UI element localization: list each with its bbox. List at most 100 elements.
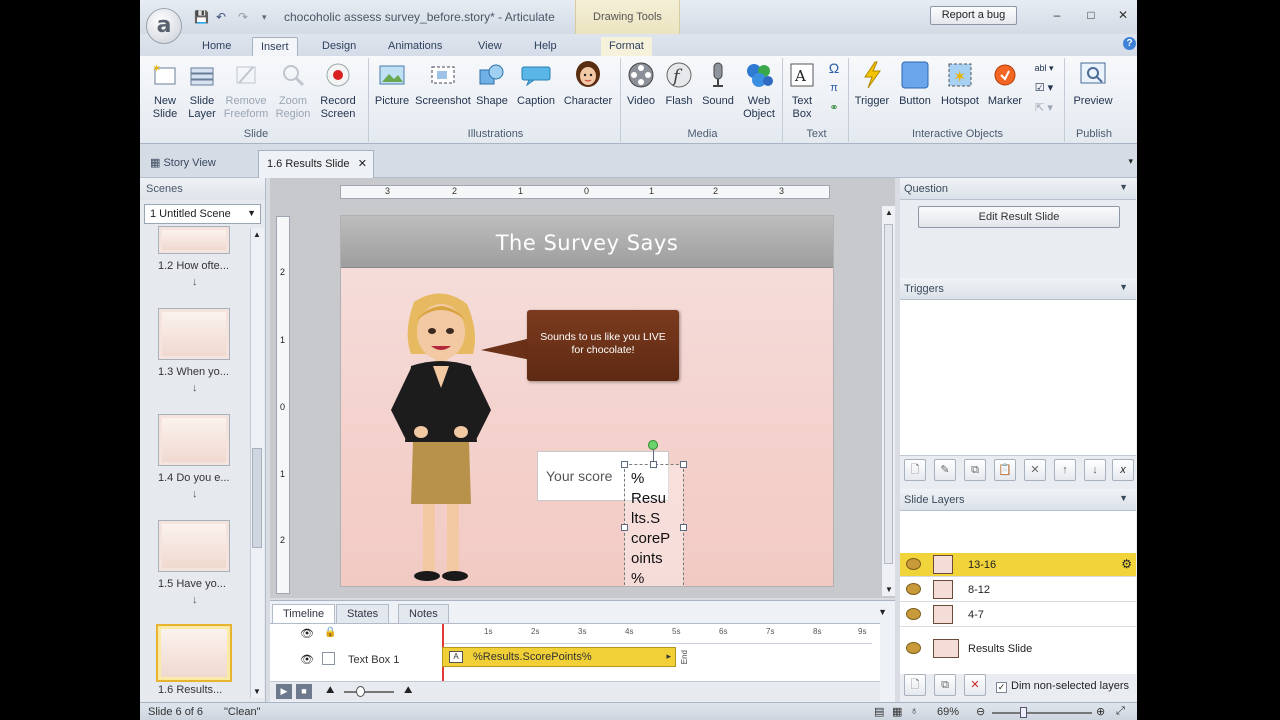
tab-design[interactable]: Design	[314, 37, 364, 56]
move-up-icon[interactable]: ↑	[1054, 459, 1076, 481]
timeline-object-bar[interactable]: A %Results.ScorePoints% ▸	[442, 647, 676, 667]
scroll-down-icon[interactable]: ▼	[885, 585, 893, 594]
paste-trigger-icon[interactable]: 📋	[994, 459, 1016, 481]
new-slide-button[interactable]: ✶ New Slide	[146, 60, 184, 121]
show-all-eye-icon[interactable]: 👁	[300, 627, 314, 640]
chevron-down-icon[interactable]: ▼	[1119, 182, 1128, 192]
tab-story-view[interactable]: ▦ Story View	[144, 152, 254, 174]
gear-icon[interactable]: ⚙	[1121, 557, 1132, 571]
caption-button[interactable]: Caption	[513, 60, 559, 108]
story-view-icon[interactable]: ▦	[892, 705, 902, 718]
redo-icon[interactable]: ↷	[238, 10, 248, 24]
slide-title[interactable]: The Survey Says	[341, 231, 833, 255]
scroll-thumb[interactable]	[884, 224, 893, 564]
zoom-slider-thumb[interactable]	[1020, 707, 1027, 718]
slide-thumbnail[interactable]	[158, 226, 230, 254]
layer-row-base[interactable]: Results Slide	[900, 635, 1136, 663]
minimize-icon[interactable]: –	[1050, 8, 1064, 22]
text-box-button[interactable]: A Text Box	[785, 60, 819, 121]
zoom-slider[interactable]	[992, 712, 1092, 714]
slide-layers-panel-header[interactable]: Slide Layers ▼	[900, 489, 1136, 511]
lock-all-icon[interactable]: 🔒	[324, 627, 336, 638]
tab-timeline[interactable]: Timeline	[272, 604, 336, 624]
tab-view[interactable]: View	[470, 37, 510, 56]
text-entry-icon[interactable]: abl ▾	[1029, 62, 1059, 75]
resize-handle[interactable]	[680, 461, 687, 468]
chevron-right-icon[interactable]: ▸	[666, 651, 671, 662]
zoom-slider-thumb[interactable]	[356, 686, 365, 697]
video-button[interactable]: Video	[623, 60, 659, 108]
hyperlink-icon[interactable]: ⚭	[823, 102, 845, 115]
slide-layer-button[interactable]: Slide Layer	[184, 60, 220, 121]
resize-handle[interactable]	[621, 524, 628, 531]
copy-trigger-icon[interactable]: ⧉	[964, 459, 986, 481]
layer-row[interactable]: 4-7	[900, 603, 1136, 627]
resize-handle[interactable]	[680, 524, 687, 531]
web-object-button[interactable]: Web Object	[739, 60, 779, 121]
close-icon[interactable]: ✕	[1116, 8, 1130, 22]
sound-button[interactable]: Sound	[699, 60, 737, 108]
timeline-zoom-slider[interactable]	[344, 691, 394, 693]
triggers-panel-header[interactable]: Triggers ▼	[900, 278, 1136, 300]
lock-checkbox[interactable]	[322, 652, 335, 665]
eye-icon[interactable]	[906, 642, 921, 654]
save-icon[interactable]: 💾	[194, 10, 209, 24]
resize-handle[interactable]	[650, 461, 657, 468]
zoom-out-button[interactable]: ⊖	[976, 705, 985, 718]
preview-button[interactable]: Preview	[1071, 60, 1115, 108]
scroll-up-icon[interactable]: ▲	[885, 208, 893, 217]
edit-result-slide-button[interactable]: Edit Result Slide	[918, 206, 1120, 228]
eye-icon[interactable]	[906, 608, 921, 620]
triggers-list[interactable]	[900, 300, 1136, 456]
shape-button[interactable]: Shape	[473, 60, 511, 108]
tabs-dropdown-icon[interactable]: ▾	[1128, 156, 1133, 167]
zoom-in-button[interactable]: ⊕	[1096, 705, 1105, 718]
report-bug-button[interactable]: Report a bug	[930, 6, 1017, 25]
zoom-out-icon[interactable]: ⛰	[326, 685, 334, 696]
tab-insert[interactable]: Insert	[252, 37, 298, 56]
tab-format[interactable]: Format	[601, 37, 652, 56]
resize-handle[interactable]	[621, 461, 628, 468]
new-layer-icon[interactable]: 🗋	[904, 674, 926, 696]
eye-icon[interactable]	[906, 558, 921, 570]
tab-states[interactable]: States	[336, 604, 390, 624]
normal-view-icon[interactable]: ▤	[874, 705, 884, 718]
close-tab-icon[interactable]: ✕	[358, 157, 367, 170]
scroll-thumb[interactable]	[252, 448, 262, 548]
marker-button[interactable]: Marker	[985, 60, 1025, 108]
remove-freeform-button[interactable]: Remove Freeform	[222, 60, 270, 121]
slide-thumbnail[interactable]	[158, 308, 230, 360]
eye-icon[interactable]: 👁	[300, 653, 314, 666]
move-down-icon[interactable]: ↓	[1084, 459, 1106, 481]
slide[interactable]: The Survey Says Sounds to us like you LI…	[340, 215, 834, 587]
fit-to-window-icon[interactable]: ⤢	[1116, 705, 1125, 718]
maximize-icon[interactable]: □	[1084, 8, 1098, 22]
app-logo-button[interactable]: a	[146, 8, 182, 44]
collapse-icon[interactable]: ▼	[878, 607, 887, 617]
stop-icon[interactable]: ■	[296, 684, 312, 699]
canvas-vertical-scrollbar[interactable]: ▲ ▼	[881, 206, 895, 596]
chevron-down-icon[interactable]: ▼	[1119, 493, 1128, 503]
layer-row-selected[interactable]: 13-16 ⚙	[900, 553, 1136, 577]
tab-results-slide[interactable]: 1.6 Results Slide ✕	[258, 150, 374, 178]
layer-row[interactable]: 8-12	[900, 578, 1136, 602]
play-icon[interactable]: ▶	[276, 684, 292, 699]
chevron-down-icon[interactable]: ▼	[1119, 282, 1128, 292]
tab-help[interactable]: Help	[526, 37, 565, 56]
edit-trigger-icon[interactable]: ✎	[934, 459, 956, 481]
flash-button[interactable]: f Flash	[661, 60, 697, 108]
symbol-icon[interactable]: Ω	[823, 61, 845, 75]
slide-thumbnail[interactable]	[158, 414, 230, 466]
slide-thumbnail[interactable]	[158, 520, 230, 572]
slide-thumbnail-selected[interactable]	[156, 624, 232, 682]
picture-button[interactable]: Picture	[371, 60, 413, 108]
checkbox-icon[interactable]: ☑ ▾	[1029, 82, 1059, 95]
record-screen-button[interactable]: Record Screen	[316, 60, 360, 121]
speech-bubble[interactable]: Sounds to us like you LIVE for chocolate…	[527, 310, 679, 381]
delete-layer-icon[interactable]: ✕	[964, 674, 986, 696]
dim-layers-checkbox[interactable]: ✓	[996, 682, 1007, 693]
delete-trigger-icon[interactable]: ✕	[1024, 459, 1046, 481]
variables-icon[interactable]: x	[1112, 459, 1134, 481]
preview-mode-icon[interactable]: ♁	[910, 705, 918, 717]
character-button[interactable]: Character	[561, 60, 615, 108]
